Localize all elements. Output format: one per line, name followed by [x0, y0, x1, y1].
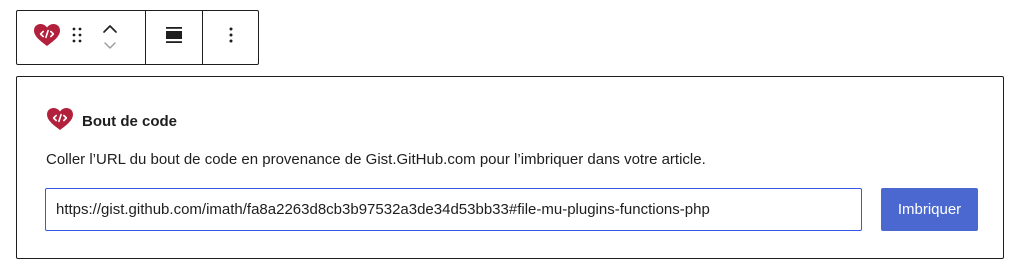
embed-placeholder: Bout de code Coller l’URL du bout de cod…	[16, 76, 1004, 259]
block-movers	[95, 16, 125, 60]
align-wide-icon	[165, 26, 183, 49]
move-down-button[interactable]	[95, 38, 125, 54]
placeholder-label: Bout de code	[46, 107, 177, 136]
move-up-button[interactable]	[95, 22, 125, 38]
drag-handle-icon	[71, 26, 83, 49]
drag-handle-button[interactable]	[65, 18, 89, 58]
chevron-down-icon	[103, 37, 117, 55]
block-toolbar	[16, 10, 259, 65]
block-toolbar-more-group	[203, 11, 258, 64]
embed-button[interactable]: Imbriquer	[881, 188, 978, 231]
gist-heart-code-icon	[46, 107, 74, 136]
gist-heart-code-icon	[33, 23, 61, 52]
options-button[interactable]	[211, 18, 251, 58]
placeholder-instructions: Coller l’URL du bout de code en provenan…	[46, 151, 706, 168]
block-toolbar-align-group	[146, 11, 203, 64]
more-vertical-icon	[228, 26, 234, 49]
placeholder-title: Bout de code	[82, 113, 178, 130]
gist-url-input[interactable]	[45, 188, 862, 231]
align-button[interactable]	[154, 18, 194, 58]
block-toolbar-main-group	[17, 11, 146, 64]
block-type-button[interactable]	[27, 18, 67, 58]
